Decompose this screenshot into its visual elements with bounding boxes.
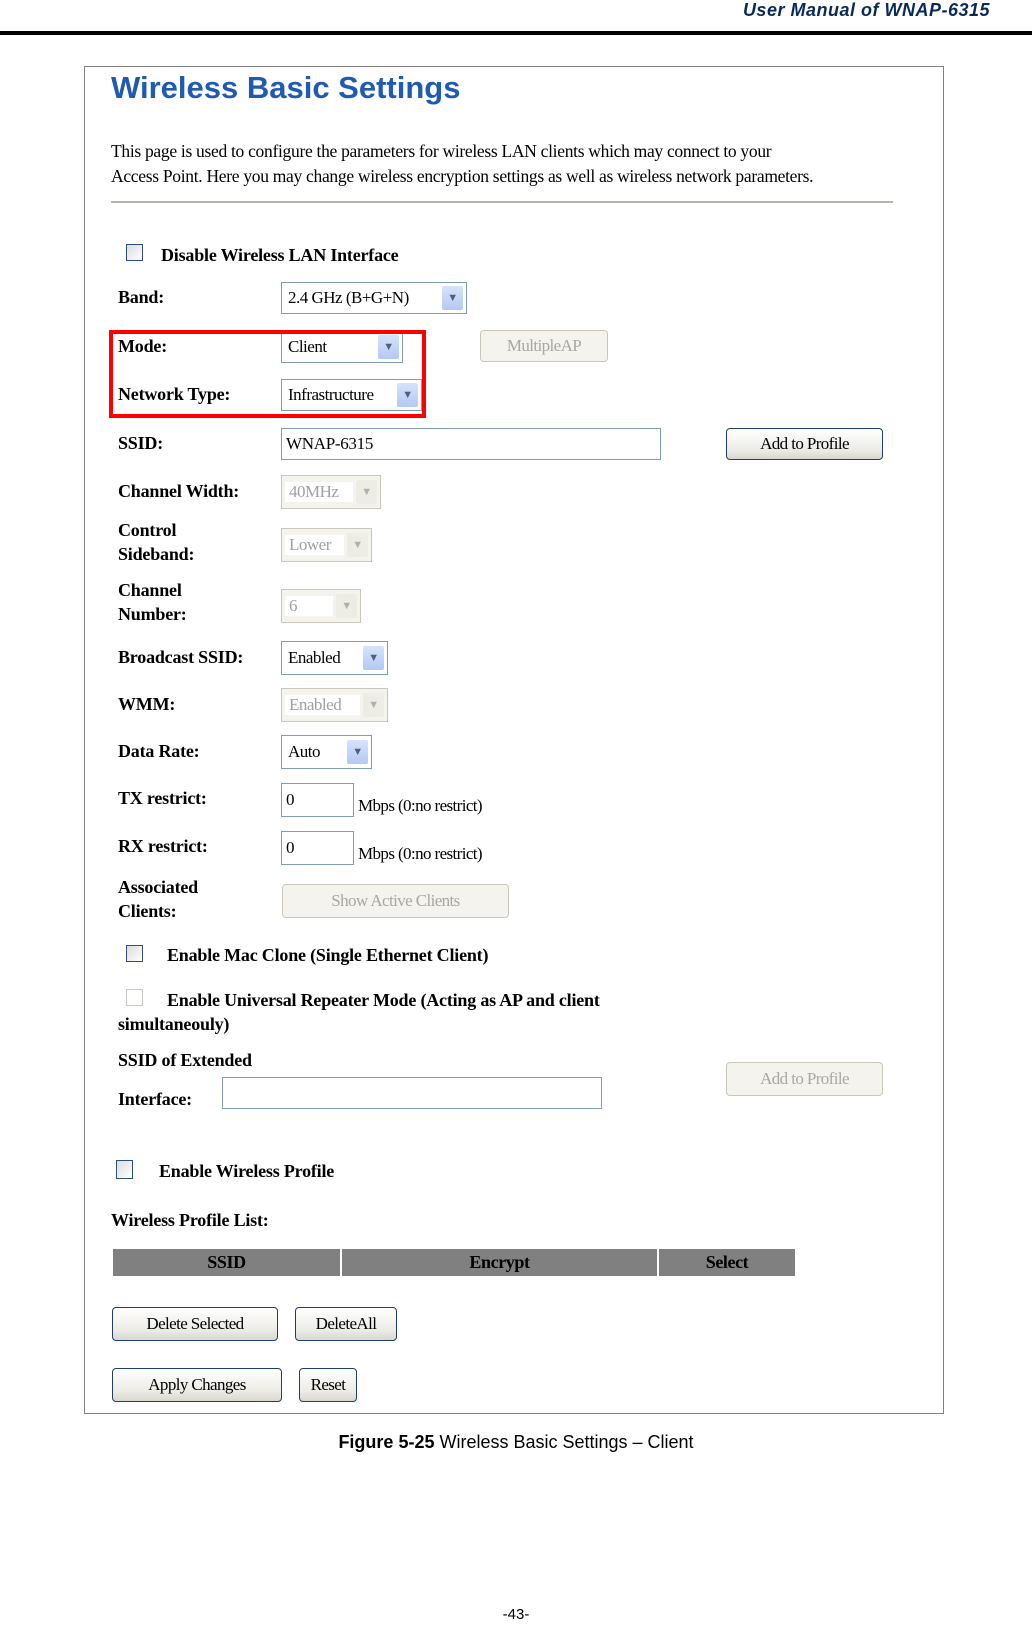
- channel-number-value: 6: [285, 596, 333, 616]
- control-sideband-label: Control Sideband:: [118, 520, 195, 564]
- channel-width-select[interactable]: 40MHz ▼: [281, 475, 381, 509]
- page-title: Wireless Basic Settings: [111, 70, 461, 105]
- broadcast-ssid-label: Broadcast SSID:: [118, 647, 244, 667]
- control-sideband-value: Lower: [285, 535, 344, 555]
- page-description: This page is used to configure the param…: [111, 139, 911, 189]
- multiple-ap-button[interactable]: MultipleAP: [480, 330, 608, 362]
- band-select[interactable]: 2.4 GHz (B+G+N) ▼: [281, 282, 467, 314]
- wireless-profile-label: Enable Wireless Profile: [159, 1161, 335, 1181]
- header-rule: [0, 31, 1032, 35]
- channel-width-value: 40MHz: [285, 482, 353, 502]
- delete-selected-button[interactable]: Delete Selected: [112, 1307, 278, 1341]
- chevron-down-icon: ▼: [347, 533, 368, 557]
- extended-add-to-profile-button[interactable]: Add to Profile: [726, 1062, 883, 1096]
- data-rate-select[interactable]: Auto ▼: [281, 735, 372, 769]
- universal-repeater-label: Enable Universal Repeater Mode (Acting a…: [118, 990, 600, 1034]
- chevron-down-icon: ▼: [442, 286, 463, 310]
- data-rate-label: Data Rate:: [118, 741, 200, 761]
- control-sideband-select[interactable]: Lower ▼: [281, 528, 372, 562]
- tx-restrict-label: TX restrict:: [118, 788, 207, 808]
- extended-ssid-input[interactable]: [222, 1077, 602, 1109]
- reset-button[interactable]: Reset: [299, 1368, 357, 1402]
- add-to-profile-button[interactable]: Add to Profile: [726, 428, 883, 460]
- section-divider: [111, 201, 893, 203]
- broadcast-ssid-select[interactable]: Enabled ▼: [281, 641, 388, 675]
- figure-number: Figure 5-25: [338, 1432, 435, 1452]
- chevron-down-icon: ▼: [363, 646, 384, 670]
- disable-wlan-label: Disable Wireless LAN Interface: [161, 245, 399, 265]
- wireless-profile-checkbox[interactable]: [116, 1160, 133, 1179]
- data-rate-value: Auto: [288, 742, 321, 761]
- highlight-box: [109, 330, 426, 418]
- band-value: 2.4 GHz (B+G+N): [288, 288, 409, 307]
- wmm-value: Enabled: [285, 695, 360, 715]
- profile-list-title: Wireless Profile List:: [111, 1210, 269, 1230]
- apply-changes-button[interactable]: Apply Changes: [112, 1368, 282, 1402]
- ssid-input[interactable]: [281, 428, 661, 460]
- wmm-select[interactable]: Enabled ▼: [281, 688, 388, 722]
- delete-all-button[interactable]: DeleteAll: [295, 1307, 397, 1341]
- profile-col-select: Select: [659, 1249, 795, 1276]
- rx-restrict-unit: Mbps (0:no restrict): [358, 844, 483, 863]
- manual-header-title: User Manual of WNAP-6315: [742, 0, 990, 20]
- band-label: Band:: [118, 287, 165, 307]
- profile-col-encrypt: Encrypt: [342, 1249, 657, 1276]
- ssid-label: SSID:: [118, 433, 164, 453]
- channel-width-label: Channel Width:: [118, 481, 240, 501]
- description-line-1: This page is used to configure the param…: [111, 141, 772, 161]
- disable-wlan-checkbox[interactable]: [126, 244, 143, 261]
- page-number: -43-: [502, 1606, 530, 1623]
- description-line-2: Access Point. Here you may change wirele…: [111, 166, 814, 186]
- show-active-clients-button[interactable]: Show Active Clients: [282, 884, 509, 918]
- rx-restrict-label: RX restrict:: [118, 836, 208, 856]
- tx-restrict-unit: Mbps (0:no restrict): [358, 796, 483, 815]
- figure-caption: Figure 5-25 Wireless Basic Settings – Cl…: [0, 1432, 1032, 1453]
- figure-text: Wireless Basic Settings – Client: [434, 1432, 694, 1452]
- chevron-down-icon: ▼: [356, 480, 377, 504]
- associated-clients-label: Associated Clients:: [118, 877, 198, 921]
- chevron-down-icon: ▼: [347, 740, 368, 764]
- rx-restrict-input[interactable]: [281, 831, 354, 865]
- mac-clone-checkbox[interactable]: [126, 945, 143, 962]
- channel-number-label: Channel Number:: [118, 580, 187, 624]
- extended-ssid-label-line1: SSID of Extended: [118, 1050, 252, 1070]
- extended-ssid-label-line2: Interface:: [118, 1089, 192, 1109]
- chevron-down-icon: ▼: [336, 594, 357, 618]
- channel-number-select[interactable]: 6 ▼: [281, 589, 361, 623]
- broadcast-ssid-value: Enabled: [288, 648, 341, 667]
- tx-restrict-input[interactable]: [281, 783, 354, 817]
- profile-col-ssid: SSID: [113, 1249, 340, 1276]
- mac-clone-label: Enable Mac Clone (Single Ethernet Client…: [167, 945, 489, 965]
- chevron-down-icon: ▼: [363, 693, 384, 717]
- wmm-label: WMM:: [118, 694, 176, 714]
